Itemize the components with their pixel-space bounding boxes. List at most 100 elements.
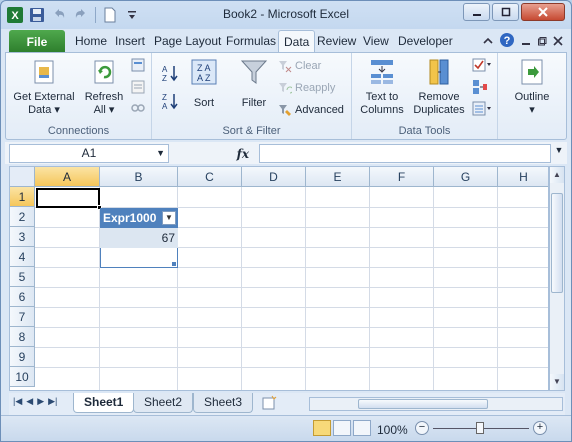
row-header-7[interactable]: 7 [10,307,35,327]
row-header-2[interactable]: 2 [10,207,35,227]
get-external-data-button[interactable]: Get External Data ▾ [10,57,78,117]
prev-sheet-icon[interactable]: ◀ [26,396,33,407]
column-header-h[interactable]: H [498,167,548,187]
title-bar: X Book2 - Microsoft Excel [1,1,571,29]
column-header-g[interactable]: G [434,167,498,187]
help-icon[interactable]: ? [499,32,515,51]
advanced-filter-button[interactable]: Advanced [278,103,344,117]
gridline [497,187,498,390]
scroll-down-arrow-icon[interactable]: ▼ [550,374,564,390]
text-to-columns-button[interactable]: Text to Columns [356,57,408,117]
svg-text:Z: Z [162,74,167,83]
sheet-tab-sheet2[interactable]: Sheet2 [133,393,194,413]
edit-links-icon[interactable] [130,100,146,116]
sheet-tab-sheet1[interactable]: Sheet1 [73,393,135,413]
external-data-icon [34,60,54,84]
column-header-f[interactable]: F [370,167,434,187]
refresh-all-button[interactable]: Refresh All ▾ [80,57,128,117]
column-header-b[interactable]: B [100,167,178,187]
consolidate-icon[interactable] [472,79,488,95]
vertical-scroll-thumb[interactable] [551,193,563,293]
formula-input[interactable] [259,144,551,163]
tab-formulas[interactable]: Formulas [226,34,276,48]
text-to-columns-label-1: Text to [365,91,399,103]
table-resize-handle[interactable] [172,262,176,266]
column-header-c[interactable]: C [178,167,242,187]
tab-view[interactable]: View [363,34,389,48]
data-validation-icon[interactable] [472,57,492,73]
zoom-in-button[interactable]: + [533,421,547,435]
tab-insert[interactable]: Insert [115,34,145,48]
doc-close-icon[interactable] [553,35,563,49]
minimize-button[interactable] [463,3,490,21]
tab-review[interactable]: Review [317,34,356,48]
doc-restore-icon[interactable] [537,35,547,49]
name-box-dropdown-icon[interactable]: ▼ [156,145,165,162]
sort-a-to-z-icon[interactable]: AZ [160,63,180,83]
sort-label: Sort [193,97,215,109]
clear-filter-button[interactable]: Clear [278,59,321,73]
outline-button[interactable]: Outline ▾ [504,57,560,117]
properties-icon[interactable] [130,79,146,95]
last-sheet-icon[interactable]: ▶| [48,396,57,407]
row-header-1[interactable]: 1 [10,187,35,207]
restore-button[interactable] [492,3,519,21]
column-header-a[interactable]: A [35,167,100,187]
reapply-button[interactable]: Reapply [278,81,335,95]
doc-minimize-icon[interactable] [521,35,531,49]
column-header-e[interactable]: E [306,167,370,187]
row-header-10[interactable]: 10 [10,367,35,387]
next-sheet-icon[interactable]: ▶ [37,396,44,407]
active-cell-a1[interactable] [36,188,102,210]
normal-view-icon[interactable] [313,420,331,436]
close-button[interactable] [521,3,565,21]
table-header-cell[interactable]: Expr1000 ▼ [100,208,178,228]
zoom-level[interactable]: 100% [377,423,408,437]
page-break-view-icon[interactable] [353,420,371,436]
insert-function-button[interactable]: fx [237,147,249,161]
row-header-3[interactable]: 3 [10,227,35,247]
worksheet-grid[interactable]: A B C D E F G H 1 2 3 4 5 6 7 8 9 10 Exp… [9,166,549,391]
expand-formula-bar-icon[interactable]: ▼ [553,145,565,162]
row-header-8[interactable]: 8 [10,327,35,347]
sheet-tab-sheet3[interactable]: Sheet3 [193,393,254,413]
row-header-9[interactable]: 9 [10,347,35,367]
row-header-6[interactable]: 6 [10,287,35,307]
svg-text:A: A [162,65,168,74]
sort-z-to-a-icon[interactable]: ZA [160,91,180,111]
remove-duplicates-button[interactable]: Remove Duplicates [410,57,468,117]
table-value-cell[interactable]: 67 [100,228,178,248]
svg-text:?: ? [504,35,511,47]
zoom-slider-thumb[interactable] [476,422,484,434]
page-layout-view-icon[interactable] [333,420,351,436]
filter-button[interactable]: Filter [234,57,274,110]
connections-icon[interactable] [130,57,146,73]
row-header-5[interactable]: 5 [10,267,35,287]
table-blank-row[interactable] [100,248,178,268]
column-header-d[interactable]: D [242,167,306,187]
what-if-analysis-icon[interactable] [472,101,492,117]
tab-page-layout[interactable]: Page Layout [154,34,221,48]
insert-sheet-icon[interactable] [261,395,277,414]
outline-label: Outline [514,91,550,103]
horizontal-scrollbar[interactable] [309,397,563,411]
sort-button[interactable]: Z AA Z Sort [186,57,222,110]
tab-file[interactable]: File [9,30,65,53]
tab-data[interactable]: Data [278,30,316,54]
first-sheet-icon[interactable]: |◀ [13,396,22,407]
ribbon-right-controls: ? [483,32,563,51]
outline-dropdown-icon: ▾ [529,104,535,116]
horizontal-scroll-thumb[interactable] [358,399,488,409]
scroll-up-arrow-icon[interactable]: ▲ [550,167,564,183]
minimize-ribbon-icon[interactable] [483,35,493,49]
name-box[interactable]: A1 ▼ [9,144,169,163]
vertical-scrollbar[interactable]: ▲ ▼ [549,166,565,391]
refresh-label-2: All ▾ [93,104,115,116]
ribbon-tabs: File Home Insert Page Layout Formulas Da… [1,29,571,54]
select-all-corner[interactable] [10,167,35,187]
tab-developer[interactable]: Developer [398,34,453,48]
filter-dropdown-icon[interactable]: ▼ [162,211,176,225]
tab-home[interactable]: Home [75,34,107,48]
zoom-out-button[interactable]: − [415,421,429,435]
row-header-4[interactable]: 4 [10,247,35,267]
